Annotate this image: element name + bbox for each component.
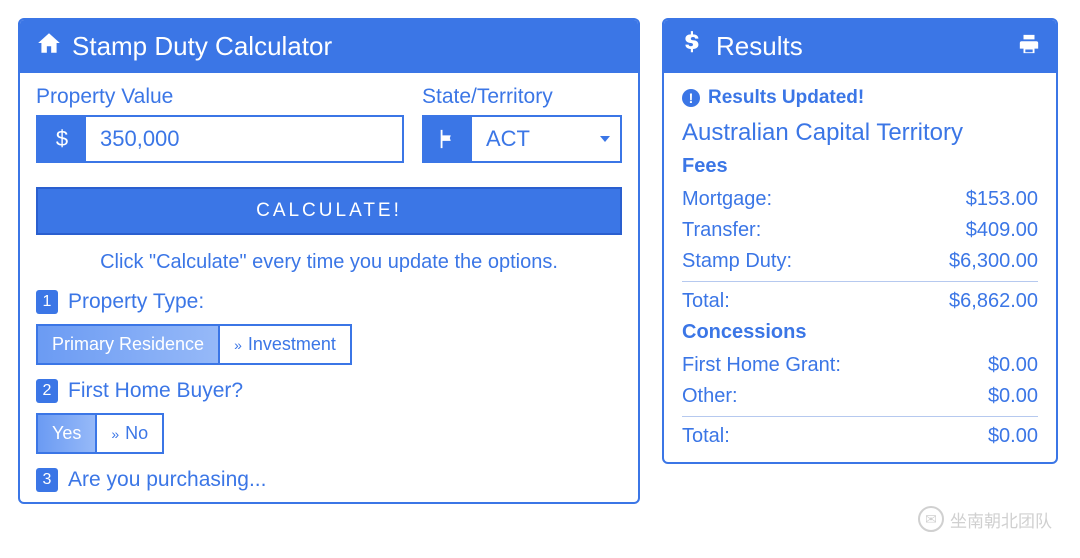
fees-heading: Fees — [682, 155, 1038, 178]
property-type-toggle: Primary Residence »Investment — [36, 324, 352, 365]
print-button[interactable] — [1018, 31, 1040, 62]
concession-total: Total:$0.00 — [682, 421, 1038, 452]
question-2-label: First Home Buyer? — [68, 379, 243, 403]
state-label: State/Territory — [422, 85, 622, 109]
question-1-label: Property Type: — [68, 290, 204, 314]
property-value-input[interactable] — [86, 117, 402, 161]
property-value-field: Property Value $ — [36, 85, 404, 163]
fee-total: Total:$6,862.00 — [682, 286, 1038, 317]
state-select[interactable]: ACT — [422, 115, 622, 163]
fee-transfer: Transfer:$409.00 — [682, 215, 1038, 246]
question-3: 3 Are you purchasing... — [36, 468, 622, 492]
property-type-investment[interactable]: »Investment — [218, 326, 350, 363]
concession-other: Other:$0.00 — [682, 381, 1038, 412]
state-selected: ACT — [486, 126, 530, 152]
question-1: 1 Property Type: — [36, 290, 622, 314]
results-alert: ! Results Updated! — [682, 87, 1038, 109]
first-home-no[interactable]: »No — [95, 415, 162, 452]
question-2-number: 2 — [36, 379, 58, 403]
chevron-right-icon: » — [111, 426, 119, 442]
fee-mortgage: Mortgage:$153.00 — [682, 184, 1038, 215]
first-home-yes[interactable]: Yes — [38, 415, 95, 452]
results-panel: Results ! Results Updated! Australian Ca… — [662, 18, 1058, 464]
divider — [682, 281, 1038, 282]
results-header: Results — [664, 20, 1056, 73]
info-icon: ! — [682, 89, 700, 107]
dollar-icon — [680, 30, 706, 63]
concessions-heading: Concessions — [682, 321, 1038, 344]
fee-stamp-duty: Stamp Duty:$6,300.00 — [682, 246, 1038, 277]
watermark: ✉ 坐南朝北团队 — [918, 506, 1052, 532]
question-3-label: Are you purchasing... — [68, 468, 266, 492]
question-3-number: 3 — [36, 468, 58, 492]
chevron-down-icon — [600, 136, 610, 142]
question-1-number: 1 — [36, 290, 58, 314]
calculator-title: Stamp Duty Calculator — [72, 31, 332, 62]
chevron-right-icon: » — [234, 337, 242, 353]
calculator-panel: Stamp Duty Calculator Property Value $ S… — [18, 18, 640, 504]
first-home-buyer-toggle: Yes »No — [36, 413, 164, 454]
state-field: State/Territory ACT — [422, 85, 622, 163]
calculate-button[interactable]: CALCULATE! — [36, 187, 622, 235]
flag-icon — [424, 117, 472, 161]
question-2: 2 First Home Buyer? — [36, 379, 622, 403]
wechat-icon: ✉ — [918, 506, 944, 532]
divider — [682, 416, 1038, 417]
results-state: Australian Capital Territory — [682, 119, 1038, 147]
calculator-hint: Click "Calculate" every time you update … — [36, 251, 622, 274]
dollar-icon: $ — [38, 117, 86, 161]
property-value-label: Property Value — [36, 85, 404, 109]
results-title: Results — [716, 31, 803, 62]
results-alert-text: Results Updated! — [708, 87, 864, 109]
concession-fhg: First Home Grant:$0.00 — [682, 350, 1038, 381]
calculator-header: Stamp Duty Calculator — [20, 20, 638, 73]
property-type-primary[interactable]: Primary Residence — [38, 326, 218, 363]
home-icon — [36, 30, 62, 63]
